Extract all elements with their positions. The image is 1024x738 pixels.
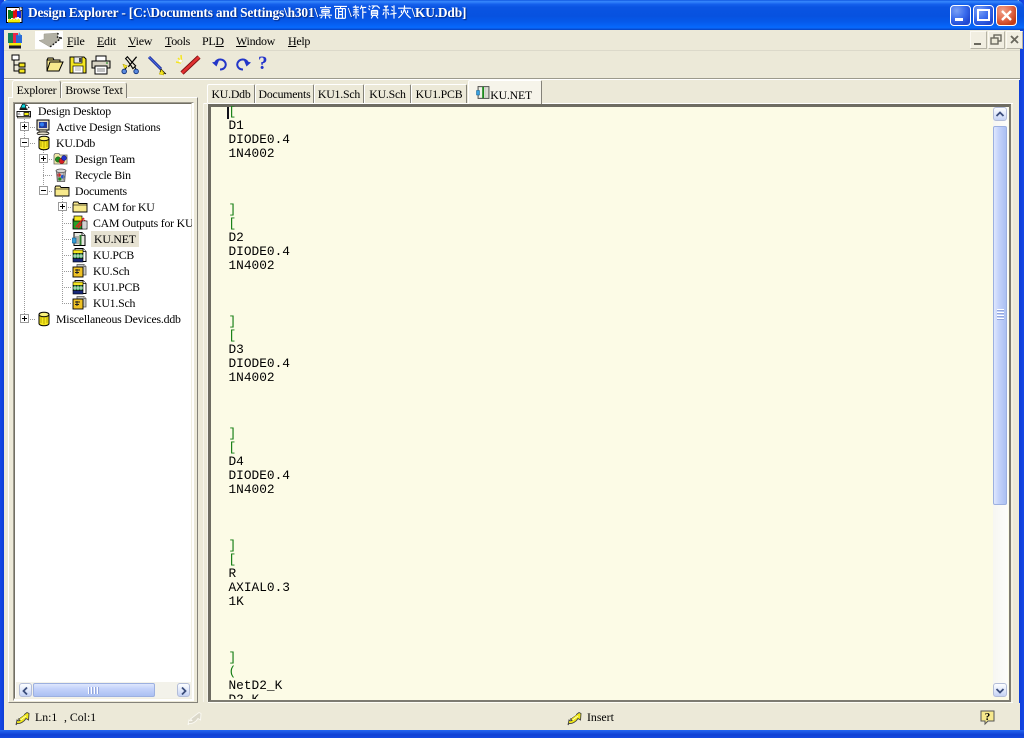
svg-text:?: ? xyxy=(985,711,991,723)
